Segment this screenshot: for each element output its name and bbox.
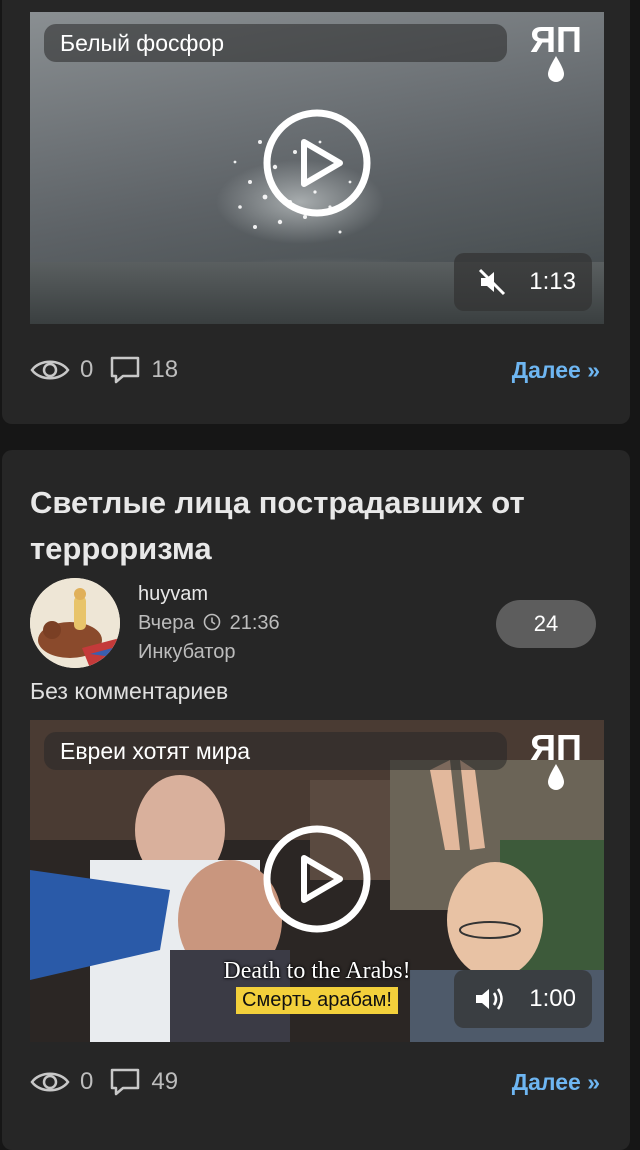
video-title: Белый фосфор (44, 24, 507, 62)
svg-text:ЯП: ЯП (530, 727, 582, 768)
post-description: Без комментариев (30, 678, 229, 704)
video-duration: 1:00 (529, 985, 576, 1012)
subtitle-russian: Смерть арабам! (236, 987, 398, 1014)
video-player[interactable]: Евреи хотят мира ЯП Death to the Arabs! … (30, 720, 604, 1042)
comment-icon[interactable] (109, 355, 141, 385)
post-stats: 0 49 Далее » (30, 1062, 600, 1102)
video-controls: 1:00 (454, 970, 592, 1028)
author-name[interactable]: huyvam (138, 580, 280, 609)
svg-text:ЯП: ЯП (530, 19, 582, 60)
comments-count[interactable]: 18 (151, 356, 178, 384)
subtitle-english: Death to the Arabs! (223, 958, 411, 984)
speaker-icon[interactable] (473, 984, 507, 1014)
yap-logo-icon: ЯП (530, 19, 582, 82)
post-date: Вчера 21:36 (138, 612, 280, 634)
post-title[interactable]: Светлые лица пострадавших от терроризма (30, 480, 590, 572)
video-controls: 1:13 (454, 253, 592, 311)
play-button-icon[interactable] (262, 824, 372, 934)
play-button-icon[interactable] (262, 108, 372, 218)
video-subtitles: Death to the Arabs! Смерть арабам! (202, 958, 432, 1014)
post-category[interactable]: Инкубатор (138, 638, 280, 667)
read-more-link[interactable]: Далее » (512, 357, 600, 384)
post-meta: huyvam Вчера 21:36 Инкубатор (138, 580, 280, 667)
rating-badge[interactable]: 24 (496, 600, 596, 648)
read-more-link[interactable]: Далее » (512, 1069, 600, 1096)
muted-speaker-icon[interactable] (477, 267, 507, 297)
video-duration: 1:13 (529, 268, 576, 295)
post-card: Светлые лица пострадавших от терроризма … (2, 450, 630, 1150)
comment-icon[interactable] (109, 1067, 141, 1097)
clock-icon (203, 613, 221, 631)
video-player[interactable]: Белый фосфор ЯП 1:13 (30, 12, 604, 324)
views-count: 0 (80, 356, 94, 383)
video-title: Евреи хотят мира (44, 732, 507, 770)
eye-icon (30, 357, 70, 383)
post-card: Белый фосфор ЯП 1:13 0 18 Далее » (2, 0, 630, 424)
yap-logo-icon: ЯП (530, 727, 582, 790)
post-stats: 0 18 Далее » (30, 350, 600, 390)
avatar[interactable] (30, 578, 120, 668)
eye-icon (30, 1069, 70, 1095)
